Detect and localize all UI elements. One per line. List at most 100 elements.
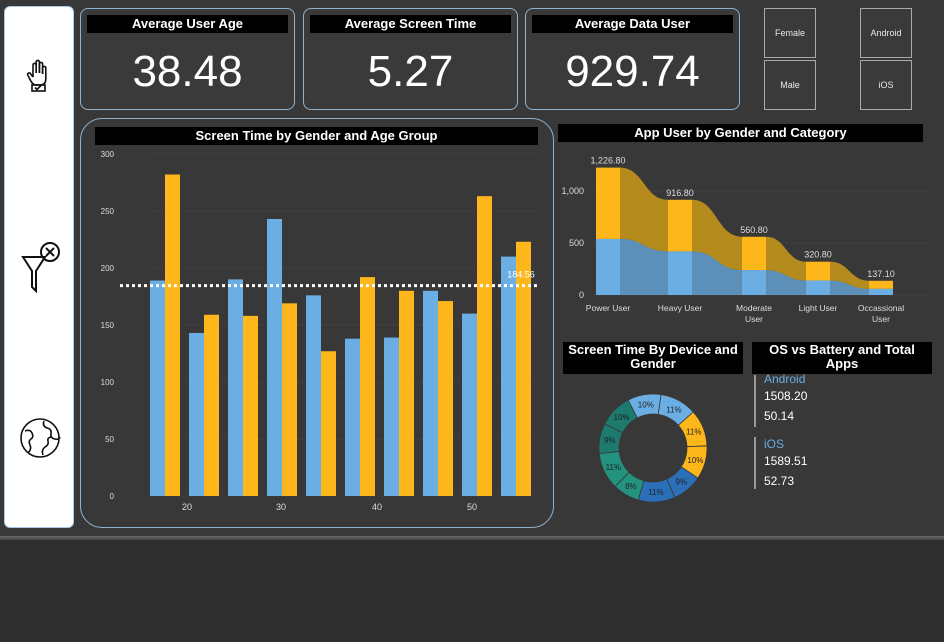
y-tick-label: 150: [101, 321, 115, 330]
slice-label: 11%: [666, 405, 681, 414]
y-tick-label: 100: [101, 378, 115, 387]
battery-value-ios: 1589.51: [764, 454, 808, 468]
donut-chart-title: Screen Time By Device and Gender: [563, 342, 743, 374]
x-tick-label: 20: [182, 502, 192, 512]
bar: [596, 238, 620, 295]
slice-label: 11%: [686, 428, 701, 437]
x-tick-label: Power User: [586, 303, 631, 313]
hand-gesture-icon[interactable]: [19, 55, 59, 95]
slicer-male-button[interactable]: Male: [764, 60, 816, 110]
x-tick-label: Occassional: [858, 303, 904, 313]
bar: [267, 218, 282, 496]
bar: [189, 332, 204, 496]
os-name-android: Android: [764, 372, 806, 386]
bar: [806, 261, 830, 281]
y-tick-label: 1,000: [561, 186, 584, 196]
slice-label: 10%: [614, 413, 630, 422]
slice-label: 11%: [648, 488, 663, 497]
bar: [423, 290, 438, 496]
total-data-label: 916.80: [666, 188, 694, 198]
bar: [150, 280, 165, 496]
bar: [668, 251, 692, 295]
kpi-value: 5.27: [367, 47, 454, 96]
kpi-value: 929.74: [565, 47, 700, 96]
bar: [306, 295, 321, 496]
y-tick-label: 0: [110, 492, 115, 501]
empty-area: [0, 540, 944, 642]
slice-label: 8%: [625, 482, 637, 491]
os-divider: [754, 437, 756, 489]
bar: [228, 279, 243, 496]
x-tick-label: 50: [467, 502, 477, 512]
y-tick-label: 250: [101, 207, 115, 216]
reference-line-label: 184.56: [507, 270, 535, 280]
bar: [668, 199, 692, 252]
x-tick-label: User: [872, 314, 890, 324]
slice-label: 10%: [687, 456, 703, 465]
flow-ribbon: [620, 167, 668, 252]
total-data-label: 320.80: [804, 250, 832, 260]
donut-chart: 11% 11% 10% 9% 11% 8% 11% 9% 10% 10%: [598, 393, 708, 503]
filter-clear-icon[interactable]: [19, 239, 60, 299]
bar: [596, 167, 620, 239]
slice-label: 9%: [676, 478, 688, 487]
bar-chart: 0 50 100 150 200 250 300 20 30 40 50 184.56: [101, 150, 540, 512]
bar: [204, 314, 219, 496]
bar: [438, 301, 453, 496]
os-table-title: OS vs Battery and Total Apps: [752, 342, 932, 374]
x-tick-label: Heavy User: [658, 303, 703, 313]
battery-value-android: 1508.20: [764, 389, 808, 403]
apps-value-android: 50.14: [764, 409, 795, 423]
bar: [501, 256, 516, 496]
bar: [384, 337, 399, 496]
bar: [360, 277, 375, 496]
kpi-title: Average User Age: [87, 15, 288, 33]
globe-icon[interactable]: [19, 417, 61, 458]
bar: [742, 270, 766, 295]
bar: [321, 351, 336, 496]
bar: [742, 236, 766, 271]
kpi-value: 38.48: [132, 47, 243, 96]
x-tick-label: User: [745, 314, 763, 324]
kpi-card-average-data-user: Average Data User 929.74: [525, 8, 740, 110]
bar: [399, 290, 414, 496]
bar: [462, 313, 477, 496]
slice-label: 9%: [604, 436, 616, 445]
slicer-android-button[interactable]: Android: [860, 8, 912, 58]
sidebar: [4, 6, 74, 528]
total-data-label: 560.80: [740, 225, 768, 235]
bar: [282, 303, 297, 496]
x-tick-label: Light User: [799, 303, 838, 313]
kpi-card-average-screen-time: Average Screen Time 5.27: [303, 8, 518, 110]
slice-label: 11%: [606, 463, 621, 472]
y-tick-label: 200: [101, 264, 115, 273]
area-chart-title: App User by Gender and Category: [558, 124, 923, 142]
area-chart: 0 500 1,000 1,226.80 Power User 916.80 Heavy U…: [561, 156, 931, 324]
bar: [477, 196, 492, 496]
total-data-label: 1,226.80: [590, 156, 625, 166]
os-name-ios: iOS: [764, 437, 785, 451]
kpi-card-average-user-age: Average User Age 38.48: [80, 8, 295, 110]
slicer-ios-button[interactable]: iOS: [860, 60, 912, 110]
total-data-label: 137.10: [867, 269, 895, 279]
kpi-title: Average Screen Time: [310, 15, 511, 33]
bar: [516, 241, 531, 496]
bar: [806, 280, 830, 295]
x-tick-label: Moderate: [736, 303, 772, 313]
apps-value-ios: 52.73: [764, 474, 795, 488]
os-divider: [754, 375, 756, 427]
x-tick-label: 30: [276, 502, 286, 512]
bar: [345, 338, 360, 496]
bar: [243, 315, 258, 496]
y-tick-label: 50: [105, 435, 114, 444]
y-tick-label: 0: [579, 290, 584, 300]
y-tick-label: 300: [101, 150, 115, 159]
bar: [165, 174, 180, 496]
slice-label: 10%: [638, 401, 654, 410]
slicer-female-button[interactable]: Female: [764, 8, 816, 58]
bar: [869, 280, 893, 289]
x-tick-label: 40: [372, 502, 382, 512]
kpi-title: Average Data User: [532, 15, 733, 33]
bar: [869, 288, 893, 295]
y-tick-label: 500: [569, 238, 584, 248]
